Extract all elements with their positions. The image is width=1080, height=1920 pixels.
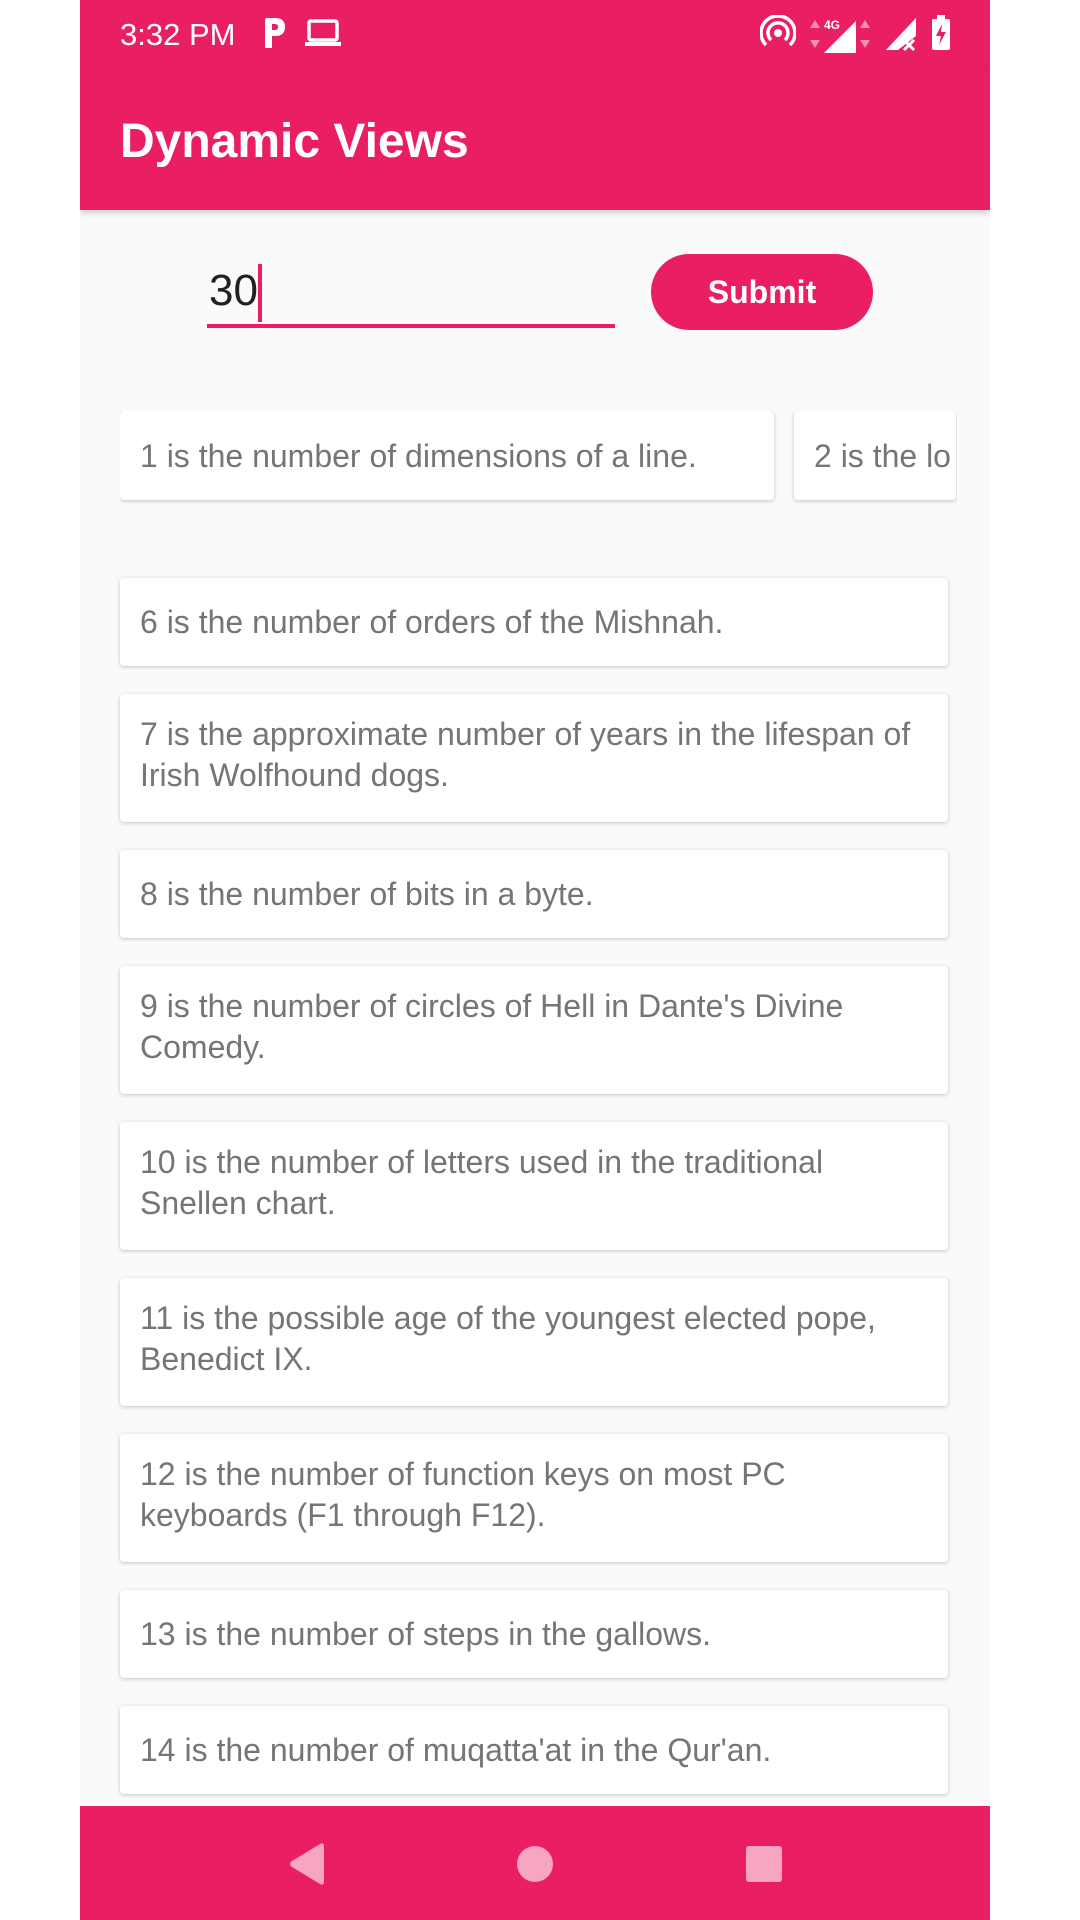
app-title: Dynamic Views — [120, 115, 469, 168]
horizontal-scroll-list[interactable]: 1 is the number of dimensions of a line.… — [120, 412, 990, 512]
list-item: 8 is the number of bits in a byte. — [120, 850, 948, 938]
list-item: 14 is the number of muqatta'at in the Qu… — [120, 1706, 948, 1794]
signal-4g-icon: 4G — [808, 17, 872, 55]
status-left-icons — [262, 16, 342, 55]
hotspot-icon — [759, 14, 797, 56]
horizontal-card: 1 is the number of dimensions of a line. — [120, 412, 774, 500]
parking-icon — [262, 16, 288, 55]
list-item: 11 is the possible age of the youngest e… — [120, 1278, 948, 1406]
laptop-icon — [304, 18, 342, 53]
navigation-bar — [80, 1806, 990, 1920]
status-right-icons: 4G — [759, 14, 952, 57]
number-input-wrapper — [207, 258, 615, 332]
list-item: 9 is the number of circles of Hell in Da… — [120, 966, 948, 1094]
recents-icon[interactable] — [736, 1836, 792, 1892]
text-cursor — [258, 264, 262, 322]
svg-text:4G: 4G — [824, 18, 840, 32]
app-bar: Dynamic Views — [80, 70, 990, 210]
list-item: 6 is the number of orders of the Mishnah… — [120, 578, 948, 666]
list-item: 7 is the approximate number of years in … — [120, 694, 948, 822]
horizontal-card: 2 is the lo — [794, 412, 956, 500]
signal-no-sim-icon — [884, 14, 918, 57]
number-input[interactable] — [207, 258, 615, 328]
list-item: 13 is the number of steps in the gallows… — [120, 1590, 948, 1678]
home-icon[interactable] — [507, 1836, 563, 1892]
battery-charging-icon — [930, 14, 952, 57]
list-item: 10 is the number of letters used in the … — [120, 1122, 948, 1250]
scroll-edge-mask — [957, 405, 990, 505]
status-bar: 3:32 PM 4G — [80, 0, 990, 70]
back-icon[interactable] — [280, 1836, 336, 1892]
submit-button[interactable]: Submit — [651, 254, 873, 330]
app-screen: 3:32 PM 4G Dynamic Views 30 Submit 1 is … — [80, 0, 990, 1920]
list-item: 12 is the number of function keys on mos… — [120, 1434, 948, 1562]
status-time: 3:32 PM — [120, 17, 236, 52]
